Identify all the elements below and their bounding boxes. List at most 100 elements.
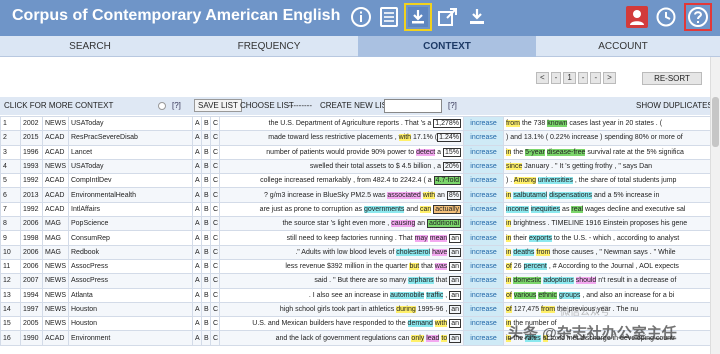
table-row[interactable]: 9 1998 MAG ConsumRep A B Cstill need to keep f… xyxy=(0,230,711,246)
row-mark-a[interactable]: A xyxy=(192,187,202,203)
row-mark-b[interactable]: B xyxy=(201,158,211,175)
row-mark-a[interactable]: A xyxy=(192,173,202,189)
row-mark-c[interactable]: C xyxy=(210,316,220,332)
table-row[interactable]: 10 2006 MAG Redbook A B C ." Adults with low bl… xyxy=(0,244,711,260)
row-mark-c[interactable]: C xyxy=(210,273,220,289)
row-source[interactable]: AssocPress xyxy=(68,273,193,289)
row-mark-b[interactable]: B xyxy=(201,230,211,246)
pager-page[interactable]: 1 xyxy=(563,72,576,84)
row-source[interactable]: CompIntlDev xyxy=(68,173,193,189)
table-row[interactable]: 4 1993 NEWS USAToday A B Cswelled their total … xyxy=(0,158,711,175)
row-source[interactable]: AssocPress xyxy=(68,258,193,275)
pager-prev[interactable]: < xyxy=(536,72,549,84)
left-context[interactable]: are just as prone to corruption as gover… xyxy=(219,201,464,218)
keyword[interactable]: increase xyxy=(463,187,504,203)
row-source[interactable]: Redbook xyxy=(68,244,193,260)
row-source[interactable]: Environment xyxy=(68,330,193,346)
row-source[interactable]: PopScience xyxy=(68,216,193,232)
row-mark-b[interactable]: B xyxy=(201,258,211,275)
row-mark-b[interactable]: B xyxy=(201,301,211,318)
table-row[interactable]: 3 1996 ACAD Lancet A B Cnumber of patients wou… xyxy=(0,144,711,160)
right-context[interactable]: since January . " It 's getting frothy ,… xyxy=(503,158,711,175)
user-icon[interactable] xyxy=(626,6,648,28)
table-row[interactable]: 12 2007 NEWS AssocPress A B Csaid . " But ther… xyxy=(0,273,711,289)
save-list-button[interactable]: SAVE LIST xyxy=(194,99,242,112)
row-source[interactable]: USAToday xyxy=(68,115,193,132)
left-context[interactable]: high school girls took part in athletics… xyxy=(219,301,464,318)
keyword[interactable]: increase xyxy=(463,158,504,175)
left-context[interactable]: less revenue $392 million in the quarter… xyxy=(219,258,464,275)
row-source[interactable]: Lancet xyxy=(68,144,193,160)
save-icon[interactable] xyxy=(466,6,488,28)
table-row[interactable]: 6 2013 ACAD EnvironmentalHealth A B C? g/m3 in… xyxy=(0,187,711,203)
keyword[interactable]: increase xyxy=(463,144,504,160)
help-link[interactable]: [?] xyxy=(448,101,457,110)
help-icon[interactable] xyxy=(684,3,712,31)
row-mark-b[interactable]: B xyxy=(201,173,211,189)
row-mark-a[interactable]: A xyxy=(192,244,202,260)
row-mark-c[interactable]: C xyxy=(210,258,220,275)
table-row[interactable]: 7 1992 ACAD IntlAffairs A B Care just as prone… xyxy=(0,201,711,218)
keyword[interactable]: increase xyxy=(463,216,504,232)
download-icon[interactable] xyxy=(404,3,432,31)
row-mark-c[interactable]: C xyxy=(210,216,220,232)
row-mark-a[interactable]: A xyxy=(192,158,202,175)
right-context[interactable]: in domestic adoptions should n't result … xyxy=(503,273,711,289)
export-icon[interactable] xyxy=(437,6,459,28)
tab-context[interactable]: CONTEXT xyxy=(358,36,536,57)
left-context[interactable]: number of patients would provide 90% pow… xyxy=(219,144,464,160)
row-mark-a[interactable]: A xyxy=(192,115,202,132)
tab-account[interactable]: ACCOUNT xyxy=(536,36,710,57)
new-list-input[interactable] xyxy=(384,99,442,113)
left-context[interactable]: ." Adults with low blood levels of chole… xyxy=(219,244,464,260)
row-mark-a[interactable]: A xyxy=(192,301,202,318)
left-context[interactable]: the U.S. Department of Agriculture repor… xyxy=(219,115,464,132)
keyword[interactable]: increase xyxy=(463,273,504,289)
vertical-scrollbar[interactable] xyxy=(710,57,720,354)
right-context[interactable]: in deaths from those causes , " Newman s… xyxy=(503,244,711,260)
left-context[interactable]: college increased remarkably , from 482.… xyxy=(219,173,464,189)
table-row[interactable]: 8 2006 MAG PopScience A B Cthe source star 's … xyxy=(0,216,711,232)
left-context[interactable]: made toward less restrictive placements … xyxy=(219,130,464,146)
row-mark-c[interactable]: C xyxy=(210,187,220,203)
row-source[interactable]: EnvironmentalHealth xyxy=(68,187,193,203)
row-mark-c[interactable]: C xyxy=(210,301,220,318)
right-context[interactable]: in salbutamol dispensations and a 5% inc… xyxy=(503,187,711,203)
row-source[interactable]: Houston xyxy=(68,301,193,318)
keyword[interactable]: increase xyxy=(463,230,504,246)
row-mark-a[interactable]: A xyxy=(192,273,202,289)
row-mark-a[interactable]: A xyxy=(192,316,202,332)
right-context[interactable]: income inequities as real wages decline … xyxy=(503,201,711,218)
row-mark-a[interactable]: A xyxy=(192,216,202,232)
right-context[interactable]: from the 738 known cases last year in 20… xyxy=(503,115,711,132)
row-mark-b[interactable]: B xyxy=(201,316,211,332)
scrollbar-thumb[interactable] xyxy=(712,97,719,147)
row-mark-c[interactable]: C xyxy=(210,130,220,146)
help-link[interactable]: [?] xyxy=(172,101,181,110)
keyword[interactable]: increase xyxy=(463,115,504,132)
row-mark-a[interactable]: A xyxy=(192,130,202,146)
left-context[interactable]: said . " But there are so many orphans t… xyxy=(219,273,464,289)
row-source[interactable]: USAToday xyxy=(68,158,193,175)
tab-search[interactable]: SEARCH xyxy=(0,36,180,57)
row-mark-b[interactable]: B xyxy=(201,287,211,303)
table-row[interactable]: 11 2006 NEWS AssocPress A B Cless revenue $392… xyxy=(0,258,711,275)
row-mark-b[interactable]: B xyxy=(201,330,211,346)
left-context[interactable]: ? g/m3 increase in BlueSky PM2.5 was ass… xyxy=(219,187,464,203)
row-mark-c[interactable]: C xyxy=(210,287,220,303)
row-mark-b[interactable]: B xyxy=(201,115,211,132)
row-mark-c[interactable]: C xyxy=(210,158,220,175)
list-icon[interactable] xyxy=(378,6,400,28)
table-row[interactable]: 13 1994 NEWS Atlanta A B C. I also see an incr… xyxy=(0,287,711,303)
right-context[interactable]: in brightness . TIMELINE 1916 Einstein p… xyxy=(503,216,711,232)
row-mark-a[interactable]: A xyxy=(192,258,202,275)
row-source[interactable]: Houston xyxy=(68,316,193,332)
keyword[interactable]: increase xyxy=(463,201,504,218)
select-all-radio[interactable] xyxy=(158,102,166,110)
resort-button[interactable]: RE-SORT xyxy=(642,72,702,85)
row-mark-b[interactable]: B xyxy=(201,130,211,146)
row-mark-b[interactable]: B xyxy=(201,216,211,232)
left-context[interactable]: U.S. and Mexican builders have responded… xyxy=(219,316,464,332)
keyword[interactable]: increase xyxy=(463,301,504,318)
row-source[interactable]: IntlAffairs xyxy=(68,201,193,218)
